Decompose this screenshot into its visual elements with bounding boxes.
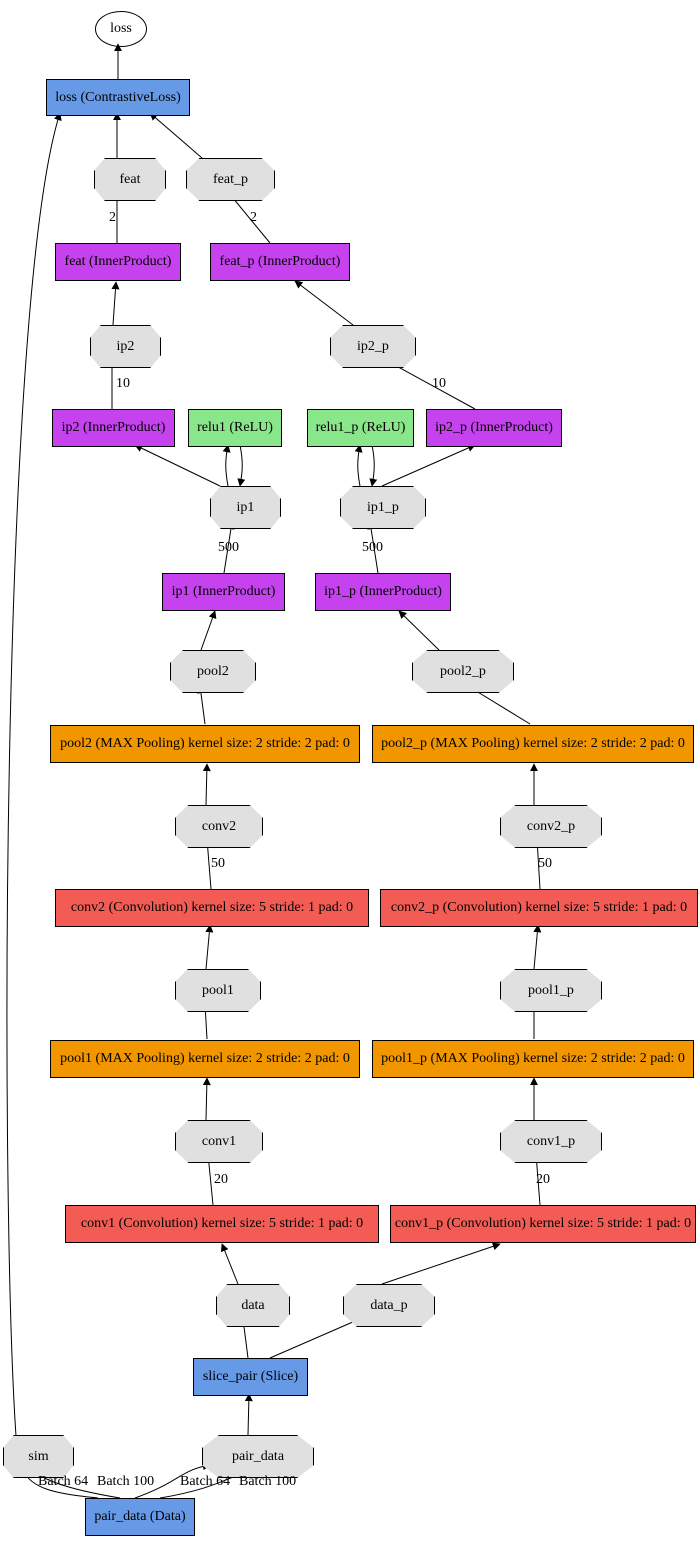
node-feat: feat — [94, 158, 166, 201]
label: ip2 — [117, 339, 135, 355]
edge-label: Batch 100 — [97, 1474, 154, 1490]
label: pair_data — [232, 1449, 284, 1465]
node-pool1-p: pool1_p — [500, 969, 602, 1012]
node-data: data — [216, 1284, 290, 1327]
node-ip2-layer: ip2 (InnerProduct) — [52, 409, 175, 447]
node-conv2: conv2 — [175, 805, 263, 848]
edge-label: 50 — [211, 856, 225, 872]
label: slice_pair (Slice) — [203, 1369, 298, 1385]
node-pair-data: pair_data — [202, 1435, 314, 1478]
node-pool2-p-layer: pool2_p (MAX Pooling) kernel size: 2 str… — [372, 725, 694, 763]
label: ip2_p — [357, 339, 389, 355]
edge-label: 10 — [432, 376, 446, 392]
node-conv1-p-layer: conv1_p (Convolution) kernel size: 5 str… — [390, 1205, 696, 1243]
node-pair-data-layer: pair_data (Data) — [85, 1498, 195, 1536]
node-relu1: relu1 (ReLU) — [188, 409, 282, 447]
label: feat (InnerProduct) — [65, 254, 172, 270]
label: pool1_p — [528, 983, 574, 999]
label: pool2_p (MAX Pooling) kernel size: 2 str… — [381, 736, 685, 752]
label: ip1 — [237, 500, 255, 516]
label: ip2 (InnerProduct) — [62, 420, 166, 436]
label: pool1_p (MAX Pooling) kernel size: 2 str… — [381, 1051, 685, 1067]
node-pool1-layer: pool1 (MAX Pooling) kernel size: 2 strid… — [50, 1040, 360, 1078]
edge-label: Batch 64 — [38, 1474, 88, 1490]
label: ip1 (InnerProduct) — [172, 584, 276, 600]
node-ip1: ip1 — [210, 486, 281, 529]
node-slice-pair: slice_pair (Slice) — [193, 1358, 308, 1396]
label: data_p — [370, 1298, 407, 1314]
label: conv2_p — [527, 819, 575, 835]
node-pool1-p-layer: pool1_p (MAX Pooling) kernel size: 2 str… — [372, 1040, 694, 1078]
node-conv2-layer: conv2 (Convolution) kernel size: 5 strid… — [55, 889, 369, 927]
node-loss-layer: loss (ContrastiveLoss) — [46, 79, 190, 116]
label: pool2 (MAX Pooling) kernel size: 2 strid… — [60, 736, 350, 752]
label: pool2_p — [440, 664, 486, 680]
node-pool1: pool1 — [175, 969, 261, 1012]
label: conv2 — [202, 819, 236, 835]
label: pair_data (Data) — [94, 1509, 185, 1525]
node-pool2-p: pool2_p — [412, 650, 514, 693]
label: pool1 — [202, 983, 234, 999]
node-ip1-layer: ip1 (InnerProduct) — [162, 573, 285, 611]
node-pool2-layer: pool2 (MAX Pooling) kernel size: 2 strid… — [50, 725, 360, 763]
edge-label: 20 — [214, 1172, 228, 1188]
label: ip2_p (InnerProduct) — [435, 420, 553, 436]
label: pool1 (MAX Pooling) kernel size: 2 strid… — [60, 1051, 350, 1067]
label: data — [241, 1298, 264, 1314]
label: feat_p (InnerProduct) — [220, 254, 341, 270]
node-ip2-p: ip2_p — [330, 325, 416, 368]
edge-label: Batch 64 — [180, 1474, 230, 1490]
label: conv2_p (Convolution) kernel size: 5 str… — [391, 900, 687, 916]
label: conv1 (Convolution) kernel size: 5 strid… — [81, 1216, 363, 1232]
node-conv2-p-layer: conv2_p (Convolution) kernel size: 5 str… — [380, 889, 698, 927]
label: feat_p — [213, 172, 248, 188]
edge-label: 500 — [362, 540, 383, 556]
node-relu1-p: relu1_p (ReLU) — [307, 409, 414, 447]
label: relu1 (ReLU) — [197, 420, 273, 436]
node-data-p: data_p — [343, 1284, 435, 1327]
edge-label: Batch 100 — [239, 1474, 296, 1490]
node-feat-p-ip: feat_p (InnerProduct) — [210, 243, 350, 281]
edge-label: 2 — [250, 210, 257, 226]
node-ip1-p: ip1_p — [340, 486, 426, 529]
node-pool2: pool2 — [170, 650, 256, 693]
edge-label: 20 — [536, 1172, 550, 1188]
node-conv1: conv1 — [175, 1120, 263, 1163]
label: conv2 (Convolution) kernel size: 5 strid… — [71, 900, 353, 916]
label: conv1 — [202, 1134, 236, 1150]
label: sim — [28, 1449, 48, 1465]
edge-label: 10 — [116, 376, 130, 392]
node-conv2-p: conv2_p — [500, 805, 602, 848]
label: relu1_p (ReLU) — [316, 420, 406, 436]
label: pool2 — [197, 664, 229, 680]
label: loss (ContrastiveLoss) — [55, 90, 181, 106]
label: loss — [110, 21, 132, 37]
label: ip1_p (InnerProduct) — [324, 584, 442, 600]
edge-label: 500 — [218, 540, 239, 556]
edge-layer — [0, 0, 700, 1563]
edge-label: 50 — [538, 856, 552, 872]
node-ip2: ip2 — [90, 325, 161, 368]
node-feat-p: feat_p — [186, 158, 275, 201]
node-ip2-p-layer: ip2_p (InnerProduct) — [426, 409, 562, 447]
label: feat — [120, 172, 141, 188]
network-diagram: loss loss (ContrastiveLoss) feat feat_p … — [0, 0, 700, 1563]
node-conv1-layer: conv1 (Convolution) kernel size: 5 strid… — [65, 1205, 379, 1243]
node-feat-ip: feat (InnerProduct) — [55, 243, 181, 281]
node-sim: sim — [3, 1435, 74, 1478]
label: conv1_p (Convolution) kernel size: 5 str… — [395, 1216, 691, 1232]
edge-label: 2 — [109, 210, 116, 226]
node-ip1-p-layer: ip1_p (InnerProduct) — [315, 573, 451, 611]
node-conv1-p: conv1_p — [500, 1120, 602, 1163]
node-loss-output: loss — [95, 11, 147, 47]
label: ip1_p — [367, 500, 399, 516]
label: conv1_p — [527, 1134, 575, 1150]
